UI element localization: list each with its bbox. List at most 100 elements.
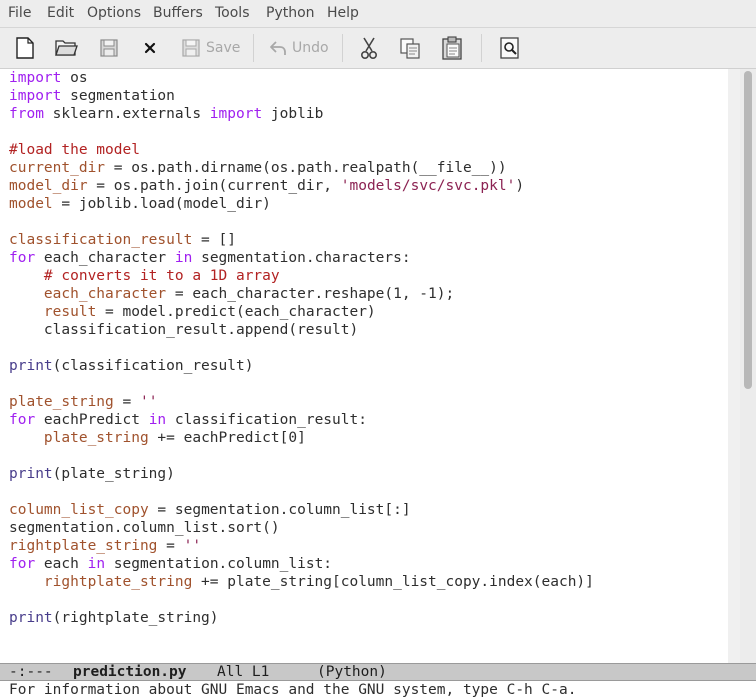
- code-line: result = model.predict(each_character): [9, 303, 594, 321]
- undo-icon: [270, 41, 286, 55]
- cut-button[interactable]: [358, 34, 380, 62]
- code-line: ​: [9, 213, 594, 231]
- code-token: rightplate_string: [43, 574, 193, 590]
- save-buffer-button[interactable]: [98, 34, 120, 62]
- code-token: model: [9, 196, 53, 212]
- toolbar-separator: [481, 34, 482, 62]
- code-token: print: [9, 466, 53, 482]
- code-token: classification_result:: [166, 412, 367, 428]
- code-line: # converts it to a 1D array: [9, 267, 594, 285]
- echo-message: For information about GNU Emacs and the …: [9, 682, 577, 698]
- code-token: segmentation: [61, 88, 175, 104]
- code-token: '': [183, 538, 202, 554]
- code-line: ​: [9, 375, 594, 393]
- modeline-position: All L1: [217, 664, 270, 680]
- code-line: for each_character in segmentation.chara…: [9, 249, 594, 267]
- right-fringe: [728, 69, 740, 663]
- menu-bar: File Edit Options Buffers Tools Python H…: [0, 0, 756, 28]
- code-token: plate_string: [9, 394, 114, 410]
- code-line: print(plate_string): [9, 465, 594, 483]
- code-line: import segmentation: [9, 87, 594, 105]
- code-token: classification_result.append(result): [9, 322, 359, 338]
- modeline-status: -:---: [9, 664, 53, 680]
- code-line: ​: [9, 123, 594, 141]
- code-line: model_dir = os.path.join(current_dir, 'm…: [9, 177, 594, 195]
- code-token: plate_string: [43, 430, 149, 446]
- code-token: classification_result: [9, 232, 193, 248]
- code-token: = segmentation.column_list[:]: [148, 502, 411, 518]
- code-line: rightplate_string = '': [9, 537, 594, 555]
- code-token: =: [113, 394, 140, 410]
- code-token: sklearn.externals: [43, 106, 210, 122]
- save-button[interactable]: Save: [180, 34, 240, 62]
- menu-buffers[interactable]: Buffers: [153, 5, 203, 21]
- code-text: import os import segmentation from sklearn…: [9, 69, 594, 627]
- code-line: ​: [9, 339, 594, 357]
- scrollbar-thumb[interactable]: [744, 71, 752, 389]
- code-line: ​: [9, 591, 594, 609]
- disk-icon: [100, 39, 118, 57]
- undo-label: Undo: [292, 40, 329, 56]
- copy-button[interactable]: [398, 34, 422, 62]
- code-token: for: [9, 412, 36, 428]
- menu-options[interactable]: Options: [87, 5, 141, 21]
- menu-help[interactable]: Help: [327, 5, 359, 21]
- mode-line: -:--- prediction.py All L1 (Python): [0, 663, 756, 681]
- code-token: os: [61, 70, 88, 86]
- menu-python[interactable]: Python: [266, 5, 315, 21]
- menu-tools[interactable]: Tools: [215, 5, 250, 21]
- code-line: for each in segmentation.column_list:: [9, 555, 594, 573]
- toolbar-separator: [342, 34, 343, 62]
- code-token: eachPredict: [35, 412, 149, 428]
- new-file-button[interactable]: [14, 34, 36, 62]
- code-token: = []: [192, 232, 236, 248]
- code-token: import: [209, 106, 263, 122]
- new-file-icon: [16, 37, 34, 59]
- menu-file[interactable]: File: [8, 5, 31, 21]
- close-buffer-button[interactable]: [140, 34, 160, 62]
- code-token: current_dir: [9, 160, 106, 176]
- toolbar-separator: [253, 34, 254, 62]
- code-line: current_dir = os.path.dirname(os.path.re…: [9, 159, 594, 177]
- search-button[interactable]: [498, 34, 522, 62]
- save-icon: [182, 39, 200, 57]
- close-icon: [144, 42, 156, 54]
- code-token: rightplate_string: [9, 538, 158, 554]
- code-token: from: [9, 106, 44, 122]
- paste-button[interactable]: [440, 34, 464, 62]
- code-token: = each_character.reshape(1, -1);: [166, 286, 455, 302]
- vertical-scrollbar[interactable]: [740, 69, 756, 663]
- code-token: for: [9, 250, 36, 266]
- code-line: from sklearn.externals import joblib: [9, 105, 594, 123]
- code-line: classification_result = []: [9, 231, 594, 249]
- open-file-button[interactable]: [54, 34, 78, 62]
- modeline-major-mode[interactable]: (Python): [317, 664, 387, 680]
- code-token: # converts it to a 1D array: [43, 268, 280, 284]
- code-line: model = joblib.load(model_dir): [9, 195, 594, 213]
- code-token: in: [174, 250, 193, 266]
- code-token: segmentation.column_list.sort(): [9, 520, 280, 536]
- editor-buffer[interactable]: import os import segmentation from sklearn…: [0, 69, 740, 663]
- code-token: '': [139, 394, 158, 410]
- modeline-buffer-name[interactable]: prediction.py: [73, 664, 187, 680]
- echo-area: For information about GNU Emacs and the …: [0, 681, 756, 699]
- code-token: each_character: [43, 286, 167, 302]
- code-token: segmentation.characters:: [192, 250, 411, 266]
- code-token: result: [43, 304, 97, 320]
- code-token: print: [9, 358, 53, 374]
- search-icon: [500, 37, 519, 59]
- paste-icon: [442, 36, 462, 60]
- code-token: model_dir: [9, 178, 88, 194]
- menu-edit[interactable]: Edit: [47, 5, 74, 21]
- code-line: ​: [9, 447, 594, 465]
- code-line: plate_string += eachPredict[0]: [9, 429, 594, 447]
- code-line: each_character = each_character.reshape(…: [9, 285, 594, 303]
- undo-button[interactable]: Undo: [268, 34, 329, 62]
- code-token: (classification_result): [52, 358, 254, 374]
- tool-bar: Save Undo: [0, 28, 756, 69]
- code-line: #load the model: [9, 141, 594, 159]
- save-label: Save: [206, 40, 241, 56]
- code-line: rightplate_string += plate_string[column…: [9, 573, 594, 591]
